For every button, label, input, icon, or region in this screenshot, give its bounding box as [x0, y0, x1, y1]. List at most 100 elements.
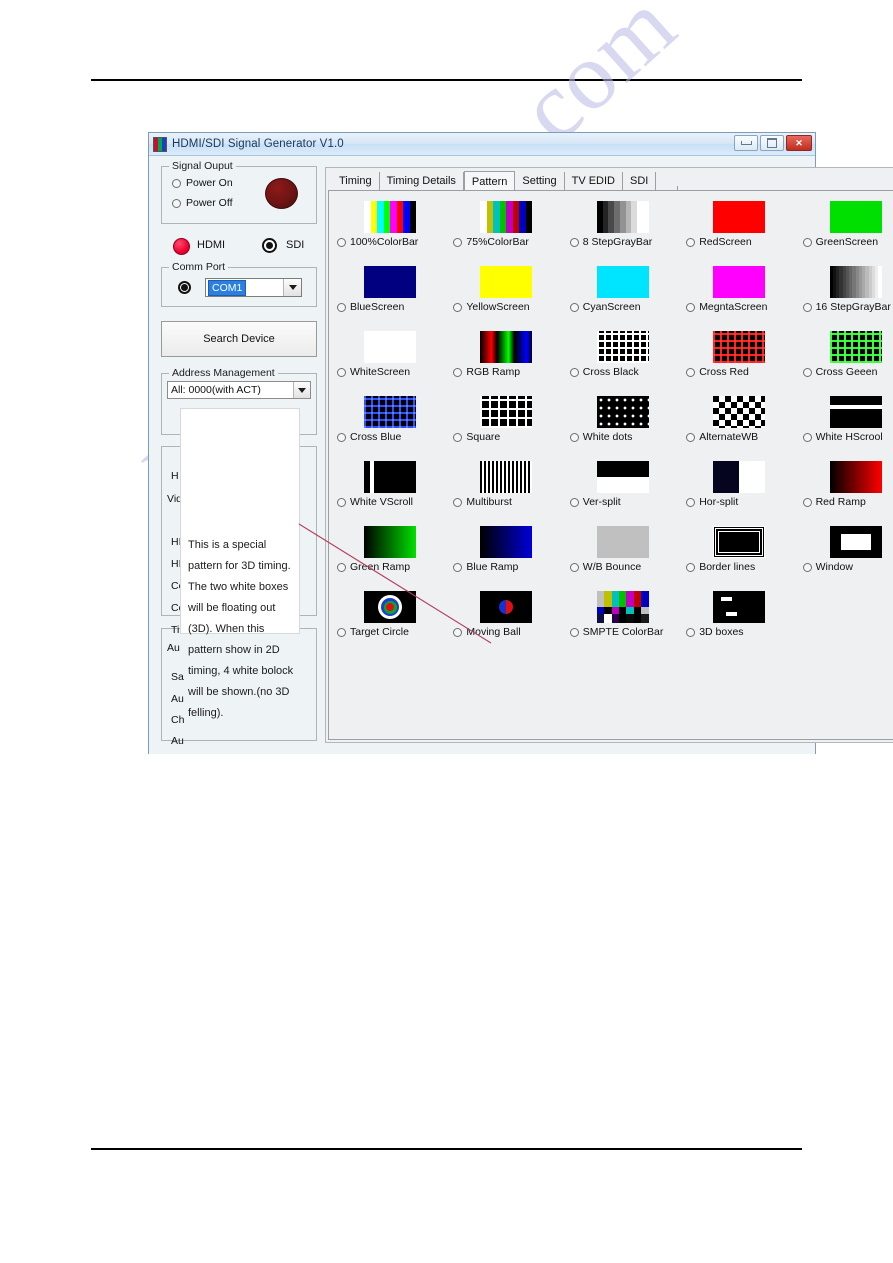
search-device-button[interactable]: Search Device [161, 321, 317, 357]
radio-cross-black-icon[interactable] [569, 367, 579, 377]
pattern-cell-white-hscroll[interactable]: White HScrool [802, 396, 893, 453]
pattern-cell-hor-split[interactable]: Hor-split [686, 461, 802, 518]
radio-cross-red-icon[interactable] [686, 367, 696, 377]
maximize-button[interactable] [760, 135, 784, 151]
pattern-thumbnail-checker[interactable] [713, 396, 766, 428]
pattern-option-square[interactable]: Square [453, 431, 500, 443]
tab-timing-details[interactable]: Timing Details [380, 172, 464, 191]
chevron-down-icon[interactable] [293, 382, 310, 398]
pattern-thumbnail-colorbar100[interactable] [364, 201, 416, 233]
pattern-option-moving-ball[interactable]: Moving Ball [453, 626, 521, 638]
pattern-option-window[interactable]: Window [802, 561, 853, 573]
radio-solid-magenta-icon[interactable] [686, 302, 696, 312]
radio-white-dots-icon[interactable] [569, 432, 579, 442]
pattern-cell-multiburst[interactable]: Multiburst [453, 461, 569, 518]
pattern-thumbnail-ver-split[interactable] [596, 461, 649, 493]
sdi-led-icon[interactable] [262, 238, 277, 253]
pattern-thumbnail-square[interactable] [480, 396, 533, 428]
pattern-option-hor-split[interactable]: Hor-split [686, 496, 738, 508]
pattern-option-cross-red[interactable]: Cross Red [686, 366, 749, 378]
pattern-option-cross-green[interactable]: Cross Geeen [802, 366, 877, 378]
pattern-option-solid-cyan[interactable]: CyanScreen [569, 301, 641, 313]
radio-3d-boxes-icon[interactable] [686, 627, 696, 637]
pattern-cell-checker[interactable]: AlternateWB [686, 396, 802, 453]
pattern-thumbnail-solid-red[interactable] [713, 201, 766, 233]
pattern-thumbnail-multiburst[interactable] [480, 461, 533, 493]
pattern-cell-cross-blue[interactable]: Cross Blue [337, 396, 453, 453]
radio-solid-red-icon[interactable] [686, 237, 696, 247]
pattern-thumbnail-window[interactable] [829, 526, 882, 558]
tab-pattern[interactable]: Pattern [463, 171, 516, 192]
comm-port-select[interactable]: COM1 [205, 278, 302, 297]
pattern-option-target-circle[interactable]: Target Circle [337, 626, 409, 638]
pattern-cell-smpte[interactable]: SMPTE ColorBar [569, 591, 686, 648]
pattern-cell-green-ramp[interactable]: Green Ramp [337, 526, 453, 583]
pattern-cell-solid-cyan[interactable]: CyanScreen [569, 266, 686, 323]
radio-red-ramp-icon[interactable] [802, 497, 812, 507]
pattern-option-cross-blue[interactable]: Cross Blue [337, 431, 401, 443]
radio-target-circle-icon[interactable] [337, 627, 346, 637]
pattern-option-border-lines[interactable]: Border lines [686, 561, 755, 573]
pattern-cell-moving-ball[interactable]: Moving Ball [453, 591, 569, 648]
pattern-option-red-ramp[interactable]: Red Ramp [802, 496, 866, 508]
pattern-option-colorbar100[interactable]: 100%ColorBar [337, 236, 418, 248]
radio-solid-white-icon[interactable] [337, 367, 346, 377]
pattern-cell-border-lines[interactable]: Border lines [686, 526, 802, 583]
radio-gray16-icon[interactable] [802, 302, 812, 312]
pattern-cell-rgbramp[interactable]: RGB Ramp [453, 331, 569, 388]
pattern-option-cross-black[interactable]: Cross Black [569, 366, 639, 378]
chevron-down-icon[interactable] [283, 279, 301, 296]
pattern-thumbnail-target-circle[interactable] [364, 591, 416, 623]
pattern-cell-3d-boxes[interactable]: 3D boxes [686, 591, 802, 648]
pattern-thumbnail-3d-boxes[interactable] [713, 591, 766, 623]
radio-checker-icon[interactable] [686, 432, 696, 442]
radio-white-hscroll-icon[interactable] [802, 432, 812, 442]
hdmi-led-icon[interactable] [173, 238, 190, 255]
pattern-thumbnail-wb-bounce[interactable] [596, 526, 649, 558]
pattern-thumbnail-cross-black[interactable] [596, 331, 649, 363]
radio-border-lines-icon[interactable] [686, 562, 696, 572]
radio-ver-split-icon[interactable] [569, 497, 579, 507]
pattern-cell-solid-magenta[interactable]: MegntaScreen [686, 266, 802, 323]
radio-solid-blue-icon[interactable] [337, 302, 346, 312]
pattern-option-checker[interactable]: AlternateWB [686, 431, 758, 443]
pattern-cell-cross-black[interactable]: Cross Black [569, 331, 686, 388]
pattern-cell-solid-green[interactable]: GreenScreen [802, 201, 893, 258]
tab-timing[interactable]: Timing [332, 172, 380, 191]
radio-green-ramp-icon[interactable] [337, 562, 346, 572]
pattern-option-multiburst[interactable]: Multiburst [453, 496, 512, 508]
pattern-option-solid-blue[interactable]: BlueScreen [337, 301, 404, 313]
pattern-cell-window[interactable]: Window [802, 526, 893, 583]
pattern-cell-solid-white[interactable]: WhiteScreen [337, 331, 453, 388]
pattern-thumbnail-solid-cyan[interactable] [596, 266, 649, 298]
radio-white-vscroll-icon[interactable] [337, 497, 346, 507]
pattern-thumbnail-blue-ramp[interactable] [480, 526, 533, 558]
pattern-thumbnail-border-lines[interactable] [713, 526, 766, 558]
pattern-cell-square[interactable]: Square [453, 396, 569, 453]
pattern-thumbnail-solid-green[interactable] [829, 201, 882, 233]
minimize-button[interactable] [734, 135, 758, 151]
pattern-option-solid-white[interactable]: WhiteScreen [337, 366, 410, 378]
pattern-cell-colorbar75[interactable]: 75%ColorBar [453, 201, 569, 258]
pattern-cell-wb-bounce[interactable]: W/B Bounce [569, 526, 686, 583]
pattern-cell-blue-ramp[interactable]: Blue Ramp [453, 526, 569, 583]
pattern-thumbnail-solid-white[interactable] [364, 331, 416, 363]
radio-moving-ball-icon[interactable] [453, 627, 463, 637]
pattern-thumbnail-solid-blue[interactable] [364, 266, 416, 298]
pattern-cell-red-ramp[interactable]: Red Ramp [802, 461, 893, 518]
radio-colorbar75-icon[interactable] [453, 237, 463, 247]
radio-multiburst-icon[interactable] [453, 497, 463, 507]
pattern-thumbnail-smpte[interactable] [596, 591, 649, 623]
pattern-cell-cross-red[interactable]: Cross Red [686, 331, 802, 388]
pattern-thumbnail-white-hscroll[interactable] [829, 396, 882, 428]
pattern-option-wb-bounce[interactable]: W/B Bounce [569, 561, 641, 573]
pattern-thumbnail-white-vscroll[interactable] [364, 461, 416, 493]
pattern-thumbnail-rgbramp[interactable] [480, 331, 533, 363]
pattern-option-white-hscroll[interactable]: White HScrool [802, 431, 883, 443]
pattern-option-colorbar75[interactable]: 75%ColorBar [453, 236, 529, 248]
pattern-option-gray8[interactable]: 8 StepGrayBar [569, 236, 652, 248]
pattern-cell-solid-blue[interactable]: BlueScreen [337, 266, 453, 323]
radio-wb-bounce-icon[interactable] [569, 562, 579, 572]
radio-cross-green-icon[interactable] [802, 367, 812, 377]
pattern-option-rgbramp[interactable]: RGB Ramp [453, 366, 520, 378]
